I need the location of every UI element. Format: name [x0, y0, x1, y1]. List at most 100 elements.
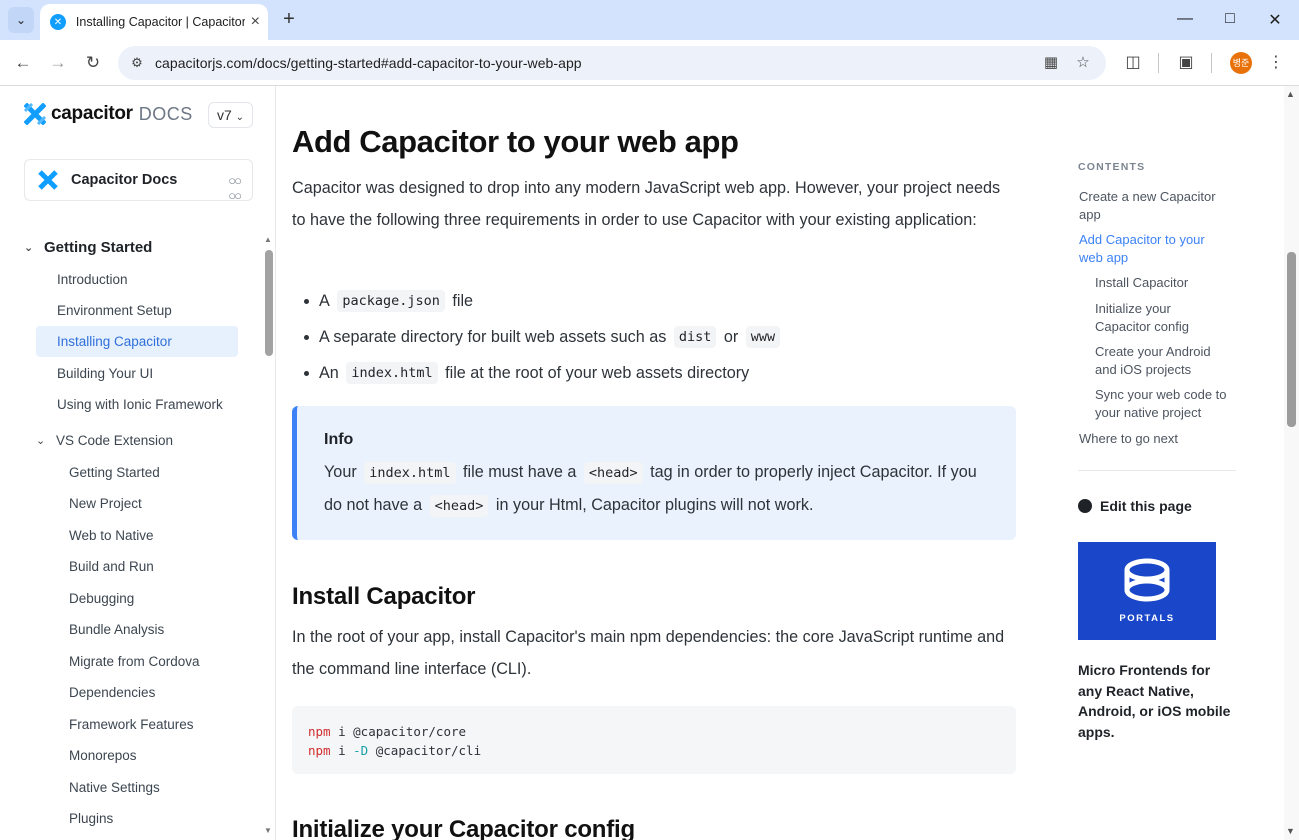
code-line: npm i -D @capacitor/cli [308, 741, 1000, 760]
profile-avatar[interactable]: 병준 [1230, 52, 1252, 74]
screenshot-lens-icon[interactable]: ▣ [1174, 51, 1198, 75]
address-bar[interactable]: ⚙ capacitorjs.com/docs/getting-started#a… [118, 46, 1106, 80]
sidebar-item-introduction[interactable]: Introduction [57, 272, 128, 287]
toc-item[interactable]: Create a new Capacitor app [1079, 188, 1229, 223]
bullet-dot [304, 370, 309, 376]
toc-subitem[interactable]: Sync your web code to your native projec… [1095, 386, 1230, 421]
menu-kebab-icon[interactable]: ⋮ [1264, 51, 1288, 75]
sidebar-item-installing-capacitor[interactable]: Installing Capacitor [57, 334, 172, 349]
docs-switcher[interactable]: Capacitor Docs ○○ ○○ [24, 159, 253, 203]
github-icon [1078, 499, 1092, 513]
sidebar-subitem[interactable]: Plugins [69, 811, 113, 826]
sidebar-subitem[interactable]: Migrate from Cordova [69, 654, 200, 669]
sidebar-scroll-down-icon[interactable]: ▼ [264, 826, 272, 835]
sidebar-subitem[interactable]: Dependencies [69, 685, 155, 700]
sidebar-subitem[interactable]: Bundle Analysis [69, 622, 164, 637]
page-scrollbar-track[interactable] [1284, 86, 1299, 840]
inline-code: <head> [429, 495, 489, 517]
browser-toolbar: ← → ↻ ⚙ capacitorjs.com/docs/getting-sta… [0, 40, 1299, 86]
sidebar-subitem[interactable]: Web to Native [69, 528, 154, 543]
grid-icon: ○○ ○○ [228, 173, 242, 203]
page-scroll-up-icon[interactable]: ▲ [1286, 89, 1295, 99]
promo-text[interactable]: Micro Frontends for any React Native, An… [1078, 660, 1238, 743]
translate-icon[interactable]: ▦ [1041, 53, 1061, 73]
new-tab-button[interactable]: + [278, 8, 300, 30]
bullet-text: or [723, 327, 739, 346]
capacitor-docs-icon [38, 170, 58, 190]
code-token: npm [308, 743, 331, 758]
sidebar-subitem[interactable]: Debugging [69, 591, 134, 606]
chevron-down-icon: ⌄ [36, 435, 46, 447]
bullet-text: file [452, 291, 474, 310]
toc-subitem[interactable]: Install Capacitor [1095, 274, 1225, 292]
toc-subitem[interactable]: Initialize your Capacitor config [1095, 300, 1205, 335]
back-arrow-icon[interactable]: ← [11, 51, 35, 75]
maximize-icon[interactable]: □ [1220, 10, 1240, 28]
sidebar-item-building-your-ui[interactable]: Building Your UI [57, 366, 153, 381]
info-admonition: Info Your index.html file must have a <h… [292, 406, 1016, 540]
toc-divider [1078, 470, 1236, 471]
bullet-text: A separate directory for built web asset… [319, 327, 667, 346]
info-text: file must have a [463, 463, 577, 481]
version-label: v7 [216, 107, 232, 123]
sidebar-subitem[interactable]: New Project [69, 496, 142, 511]
chevron-down-icon: ⌄ [24, 242, 34, 254]
inline-code: dist [673, 326, 717, 348]
sidebar-subitem[interactable]: Monorepos [69, 748, 137, 763]
sidebar-section-vscode-extension[interactable]: ⌄ VS Code Extension [36, 433, 173, 448]
bullet-text: A [319, 291, 330, 310]
toc-item-active[interactable]: Add Capacitor to your web app [1079, 231, 1209, 266]
code-token: -D [353, 743, 369, 758]
logo-wordmark: capacitor [51, 103, 133, 124]
docs-sidebar: capacitor DOCS v7 ⌄ Capacitor Docs ○○ ○○ … [0, 86, 276, 840]
sidebar-subitem[interactable]: Build and Run [69, 559, 154, 574]
portals-promo-image[interactable]: PORTALS [1078, 542, 1216, 640]
list-item: An index.html file at the root of your w… [304, 362, 749, 384]
sidebar-subitem[interactable]: Framework Features [69, 717, 194, 732]
minimize-icon[interactable]: — [1175, 10, 1195, 28]
site-info-icon[interactable]: ⚙ [128, 54, 146, 72]
extensions-icon[interactable]: ◫ [1121, 51, 1145, 75]
inline-code: <head> [583, 462, 643, 484]
bullet-text: An [319, 363, 339, 382]
sidebar-item-environment-setup[interactable]: Environment Setup [57, 303, 172, 318]
tab-close-icon[interactable]: × [251, 13, 260, 31]
window-close-icon[interactable]: ✕ [1265, 10, 1285, 30]
sidebar-section-getting-started[interactable]: ⌄ Getting Started [24, 239, 152, 256]
list-item: A package.json file [304, 290, 473, 312]
sidebar-scroll-up-icon[interactable]: ▲ [264, 235, 272, 244]
bookmark-star-icon[interactable]: ☆ [1073, 53, 1093, 73]
edit-this-page-link[interactable]: Edit this page [1078, 498, 1192, 514]
bullet-dot [304, 334, 309, 340]
install-paragraph: In the root of your app, install Capacit… [292, 628, 1005, 678]
toolbar-divider [1158, 53, 1159, 73]
tab-search-chevron-icon[interactable]: ⌄ [8, 7, 34, 33]
url-text[interactable]: capacitorjs.com/docs/getting-started#add… [155, 55, 582, 71]
reload-icon[interactable]: ↻ [81, 51, 105, 75]
web-page: capacitor DOCS v7 ⌄ Capacitor Docs ○○ ○○ … [0, 86, 1299, 840]
sidebar-subitem[interactable]: Getting Started [69, 465, 160, 480]
bullet-text: file at the root of your web assets dire… [445, 363, 750, 382]
sidebar-subitem[interactable]: Native Settings [69, 780, 160, 795]
code-block[interactable]: npm i @capacitor/core npm i -D @capacito… [292, 706, 1016, 774]
toc-item[interactable]: Where to go next [1079, 430, 1229, 448]
page-scroll-down-icon[interactable]: ▼ [1286, 826, 1295, 836]
info-text: in your Html, Capacitor plugins will not… [495, 496, 814, 514]
forward-arrow-icon[interactable]: → [46, 51, 70, 75]
edit-label: Edit this page [1100, 498, 1192, 514]
chevron-down-icon: ⌄ [235, 112, 245, 123]
tab-strip: ⌄ ✕ Installing Capacitor | Capacitor × +… [0, 0, 1299, 40]
code-token: npm [308, 724, 331, 739]
capacitor-logo[interactable]: capacitor DOCS [24, 103, 193, 125]
sidebar-scrollbar-thumb[interactable] [265, 250, 273, 356]
main-content: Add Capacitor to your web app Capacitor … [292, 86, 1022, 840]
code-token: i [330, 743, 354, 758]
version-dropdown[interactable]: v7 ⌄ [208, 102, 253, 128]
toolbar-divider [1211, 53, 1212, 73]
toc-subitem[interactable]: Create your Android and iOS projects [1095, 343, 1225, 378]
page-scrollbar-thumb[interactable] [1287, 252, 1296, 427]
sidebar-item-using-with-ionic[interactable]: Using with Ionic Framework [57, 397, 223, 412]
active-tab[interactable]: ✕ Installing Capacitor | Capacitor × [40, 4, 268, 40]
page-title: Add Capacitor to your web app [292, 124, 739, 159]
code-line: npm i @capacitor/core [308, 722, 1000, 741]
